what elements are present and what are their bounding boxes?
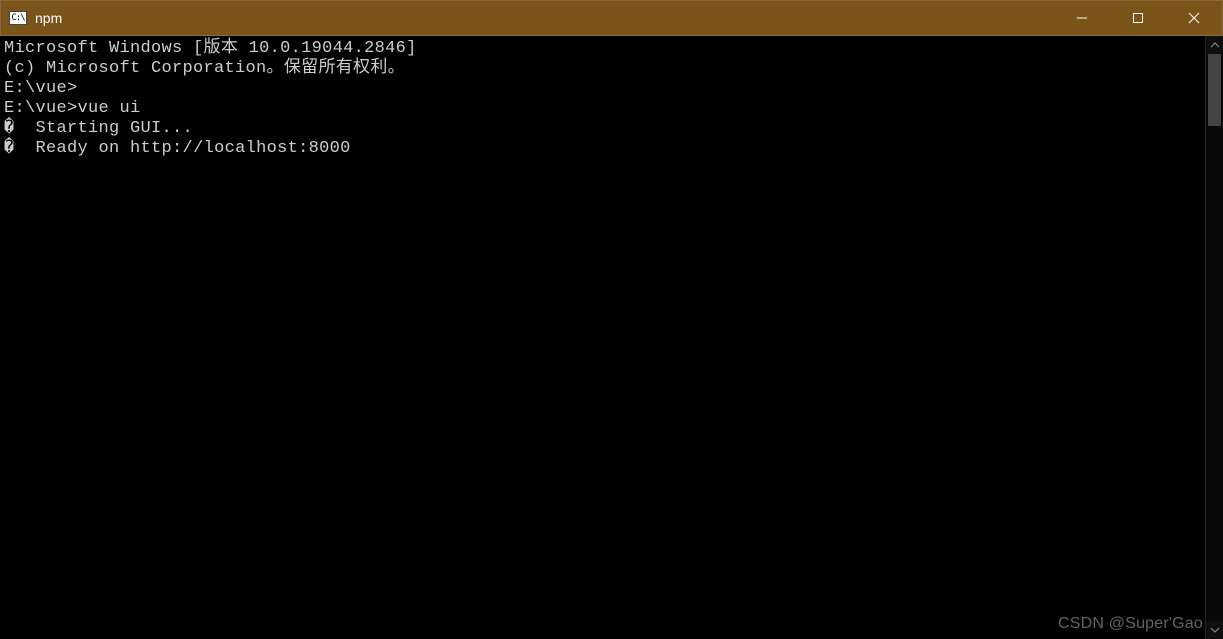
maximize-icon [1132,12,1144,24]
vertical-scrollbar[interactable] [1205,36,1223,639]
titlebar-controls [1054,1,1222,35]
chevron-down-icon [1210,625,1220,635]
terminal-area: Microsoft Windows [版本 10.0.19044.2846](c… [0,36,1223,639]
cmd-icon: C:\ [9,11,27,25]
scroll-down-arrow[interactable] [1206,621,1223,639]
terminal-output[interactable]: Microsoft Windows [版本 10.0.19044.2846](c… [0,36,1205,639]
terminal-line: � Starting GUI... [4,119,1201,139]
terminal-line: (c) Microsoft Corporation。保留所有权利。 [4,59,1201,79]
window-titlebar: C:\ npm [0,0,1223,36]
close-button[interactable] [1166,1,1222,35]
minimize-button[interactable] [1054,1,1110,35]
terminal-line: � Ready on http://localhost:8000 [4,139,1201,159]
maximize-button[interactable] [1110,1,1166,35]
terminal-line: Microsoft Windows [版本 10.0.19044.2846] [4,39,1201,59]
chevron-up-icon [1210,40,1220,50]
scroll-thumb[interactable] [1208,54,1221,126]
scroll-up-arrow[interactable] [1206,36,1223,54]
window-title: npm [35,10,62,26]
titlebar-left: C:\ npm [1,10,62,26]
scroll-track[interactable] [1206,54,1223,621]
close-icon [1188,12,1200,24]
minimize-icon [1076,12,1088,24]
terminal-line: E:\vue>vue ui [4,99,1201,119]
terminal-line: E:\vue> [4,79,1201,99]
